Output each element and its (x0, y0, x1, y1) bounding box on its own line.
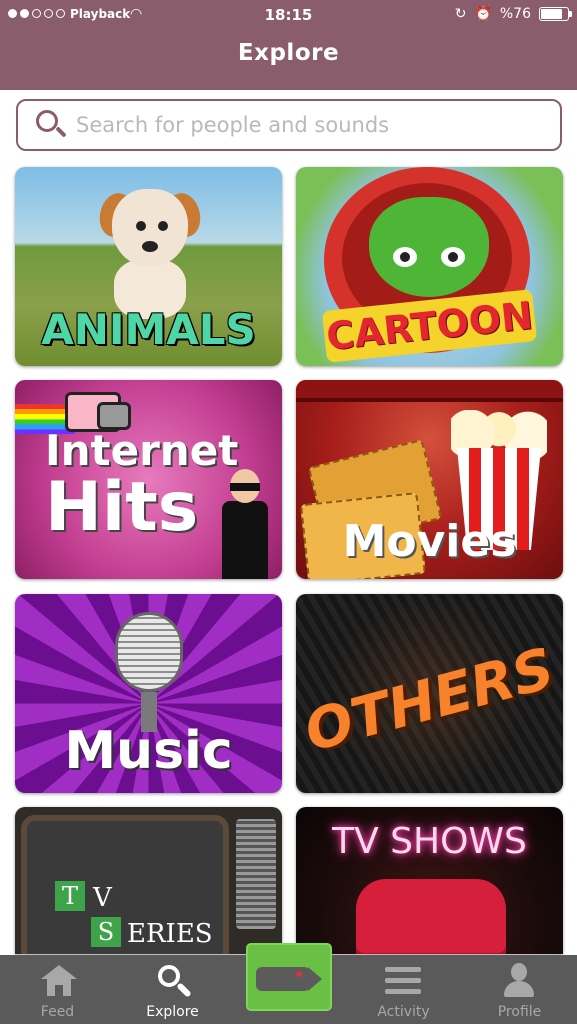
search-input[interactable] (76, 113, 536, 137)
tv-speaker-image (236, 819, 276, 929)
category-label: Music (64, 721, 233, 781)
tab-profile[interactable]: Profile (462, 955, 577, 1024)
category-label: OTHERS (298, 636, 561, 765)
category-tile-cartoon[interactable]: CARTOON (296, 167, 563, 366)
category-tile-tv-shows[interactable]: TV SHOWS (296, 807, 563, 954)
battery-level (541, 9, 562, 19)
category-tile-internet-hits[interactable]: Internet Hits (15, 380, 282, 579)
alarm-icon: ⏰ (474, 6, 492, 22)
puppy-image (93, 188, 207, 319)
page-title: Explore (237, 40, 340, 66)
home-icon (41, 965, 77, 996)
microphone-image (109, 612, 189, 732)
category-label: Movies (342, 516, 517, 567)
top-bar: Playback ◠ 18:15 ↻ ⏰ %76 Explore (0, 0, 577, 90)
tab-explore[interactable]: Explore (115, 955, 230, 1024)
category-label: Internet Hits (45, 426, 239, 547)
battery-icon (539, 7, 572, 21)
category-label: TV SHOWS (332, 821, 527, 862)
search-icon (30, 102, 76, 148)
tab-activity[interactable]: Activity (346, 955, 461, 1024)
tab-label: Feed (40, 1004, 75, 1020)
search-bar[interactable] (16, 99, 562, 151)
psy-figure-image (222, 469, 268, 579)
category-tile-music[interactable]: Music (15, 594, 282, 793)
search-icon (158, 965, 192, 999)
tab-label: Profile (497, 1004, 542, 1020)
list-icon (385, 967, 421, 995)
cartoon-character-image (369, 197, 489, 297)
category-tile-movies[interactable]: Movies (296, 380, 563, 579)
category-tile-tv-series[interactable]: T V S ERIES (15, 807, 282, 954)
status-bar: Playback ◠ 18:15 ↻ ⏰ %76 (0, 0, 577, 30)
orientation-lock-icon: ↻ (454, 6, 467, 22)
tab-feed[interactable]: Feed (0, 955, 115, 1024)
tab-label: Explore (146, 1004, 199, 1020)
battery-percent: %76 (499, 6, 531, 22)
tv-set-image: T V S ERIES (21, 815, 229, 954)
category-tile-others[interactable]: OTHERS (296, 594, 563, 793)
record-indicator (296, 971, 302, 977)
video-camera-icon (256, 967, 310, 991)
user-icon (502, 963, 536, 997)
status-right: ↻ ⏰ %76 (454, 6, 572, 22)
record-button[interactable] (248, 945, 330, 1009)
tab-label: Activity (377, 1004, 430, 1020)
category-label: ANIMALS (41, 305, 256, 354)
armchair-image (356, 879, 506, 954)
category-tile-animals[interactable]: ANIMALS (15, 167, 282, 366)
